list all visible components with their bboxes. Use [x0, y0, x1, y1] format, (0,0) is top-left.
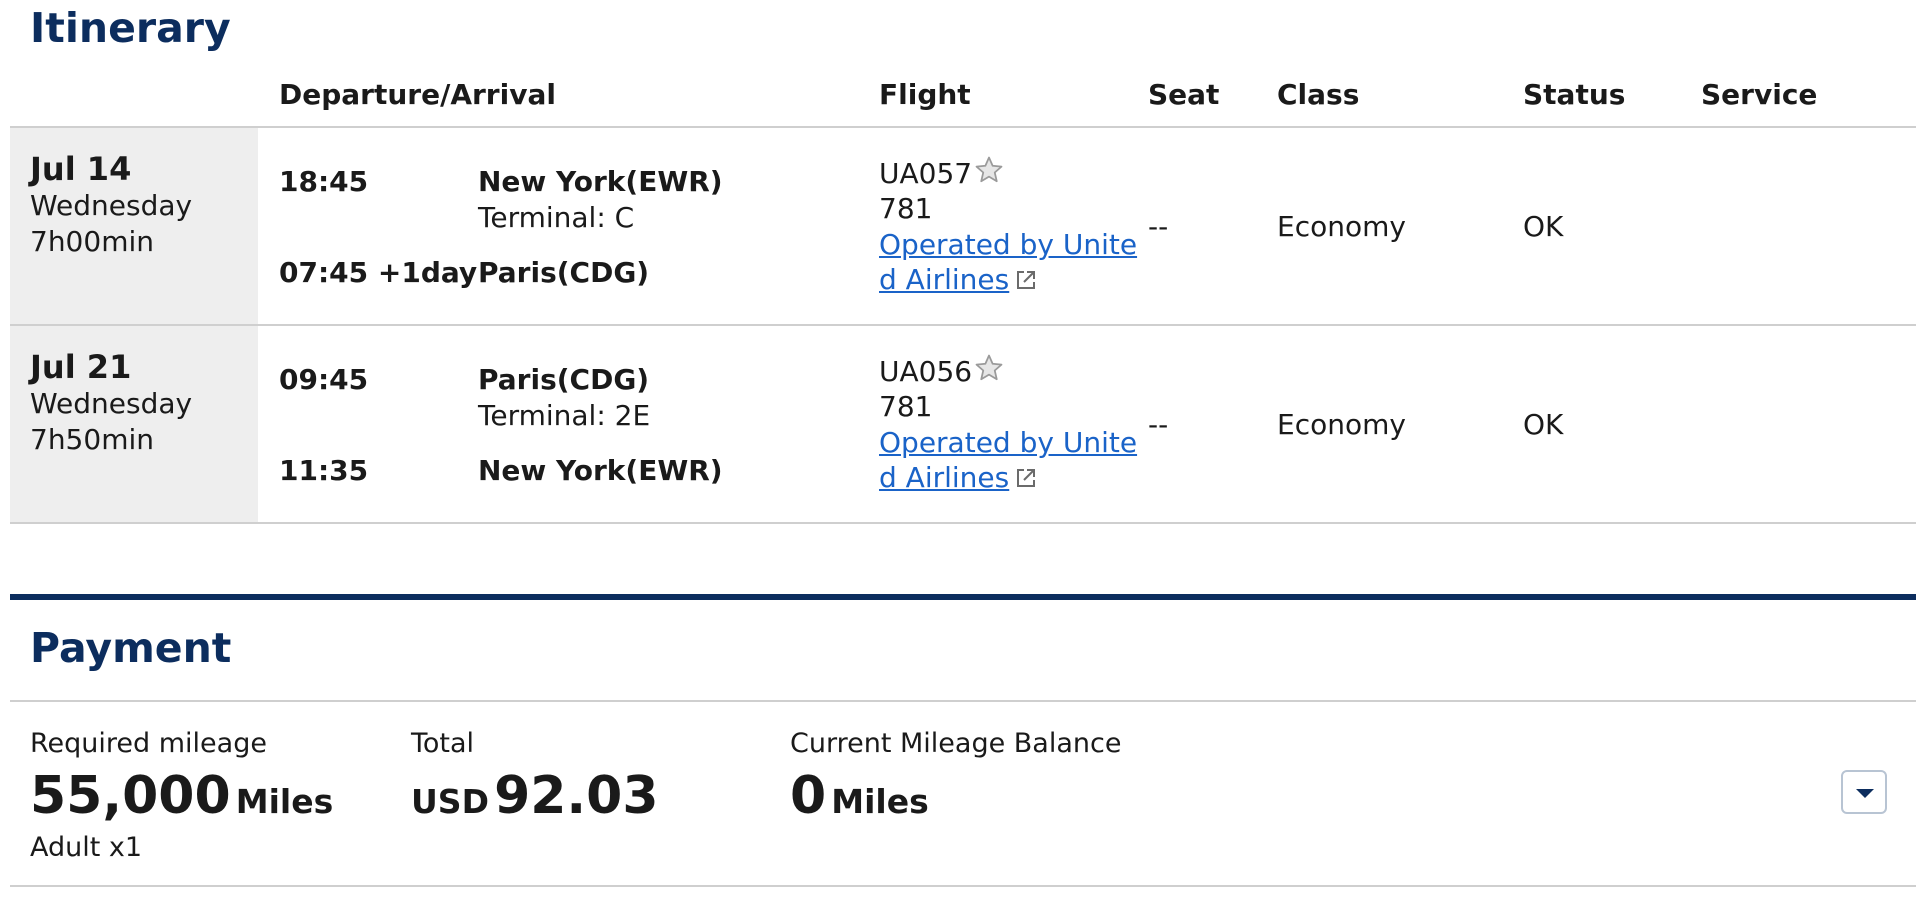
- external-link-icon: [1015, 467, 1037, 493]
- flight-duration: 7h50min: [30, 423, 154, 456]
- required-mileage-value: 55,000: [30, 766, 231, 826]
- payment-title: Payment: [30, 624, 232, 672]
- required-mileage-amount: 55,000 Miles: [30, 766, 333, 826]
- flight-number-text: UA056: [879, 355, 973, 388]
- payment-divider: [10, 700, 1916, 702]
- flight-weekday: Wednesday: [30, 387, 193, 420]
- col-service: Service: [1701, 78, 1818, 111]
- row-divider: [10, 324, 1916, 326]
- col-class: Class: [1277, 78, 1360, 111]
- status-value: OK: [1523, 408, 1564, 441]
- star-award-icon: [974, 353, 1004, 390]
- departure-time: 18:45: [279, 165, 369, 198]
- itinerary-title: Itinerary: [30, 4, 231, 52]
- seat-value: --: [1148, 210, 1169, 243]
- departure-city: New York(EWR): [478, 165, 723, 198]
- operated-by-link[interactable]: Operated by Unite d Airlines: [879, 425, 1137, 495]
- status-value: OK: [1523, 210, 1564, 243]
- arrival-city: Paris(CDG): [478, 256, 650, 289]
- departure-terminal: Terminal: 2E: [478, 399, 651, 432]
- departure-city: Paris(CDG): [478, 363, 650, 396]
- flight-number-text: UA057: [879, 157, 973, 190]
- arrival-time: 07:45 +1day: [279, 256, 478, 289]
- external-link-icon: [1015, 269, 1037, 295]
- col-departure-arrival: Departure/Arrival: [279, 78, 556, 111]
- flight-date: Jul 14: [30, 150, 132, 188]
- flight-date: Jul 21: [30, 348, 132, 386]
- operated-by-line-1[interactable]: Operated by Unite: [879, 425, 1137, 460]
- required-mileage-unit: Miles: [235, 782, 334, 821]
- flight-number: UA056: [879, 353, 1004, 390]
- operated-by-line-2[interactable]: d Airlines: [879, 461, 1009, 494]
- arrival-city: New York(EWR): [478, 454, 723, 487]
- class-value: Economy: [1277, 210, 1406, 243]
- flight-weekday: Wednesday: [30, 189, 193, 222]
- passenger-count: Adult x1: [30, 832, 143, 863]
- total-amount: USD 92.03: [411, 766, 659, 826]
- class-value: Economy: [1277, 408, 1406, 441]
- total-value: 92.03: [494, 766, 659, 826]
- required-mileage-label: Required mileage: [30, 728, 267, 759]
- seat-value: --: [1148, 408, 1169, 441]
- aircraft-type: 781: [879, 390, 933, 423]
- departure-terminal: Terminal: C: [478, 201, 635, 234]
- balance-label: Current Mileage Balance: [790, 728, 1122, 759]
- col-seat: Seat: [1148, 78, 1220, 111]
- section-divider: [10, 594, 1916, 600]
- arrival-time: 11:35: [279, 454, 369, 487]
- bottom-divider: [10, 885, 1916, 887]
- col-flight: Flight: [879, 78, 971, 111]
- row-divider: [10, 522, 1916, 524]
- total-label: Total: [411, 728, 475, 759]
- star-award-icon: [974, 155, 1004, 192]
- payment-details-dropdown-button[interactable]: [1841, 770, 1887, 814]
- operated-by-link[interactable]: Operated by Unite d Airlines: [879, 227, 1137, 297]
- operated-by-line-2[interactable]: d Airlines: [879, 263, 1009, 296]
- balance-unit: Miles: [831, 782, 929, 821]
- total-currency: USD: [411, 782, 489, 821]
- col-status: Status: [1523, 78, 1626, 111]
- flight-number: UA057: [879, 155, 1004, 192]
- header-divider: [10, 126, 1916, 128]
- balance-amount: 0 Miles: [790, 766, 929, 826]
- balance-value: 0: [790, 766, 827, 826]
- departure-time: 09:45: [279, 363, 369, 396]
- aircraft-type: 781: [879, 192, 933, 225]
- flight-duration: 7h00min: [30, 225, 154, 258]
- chevron-down-icon: [1856, 789, 1874, 798]
- operated-by-line-1[interactable]: Operated by Unite: [879, 227, 1137, 262]
